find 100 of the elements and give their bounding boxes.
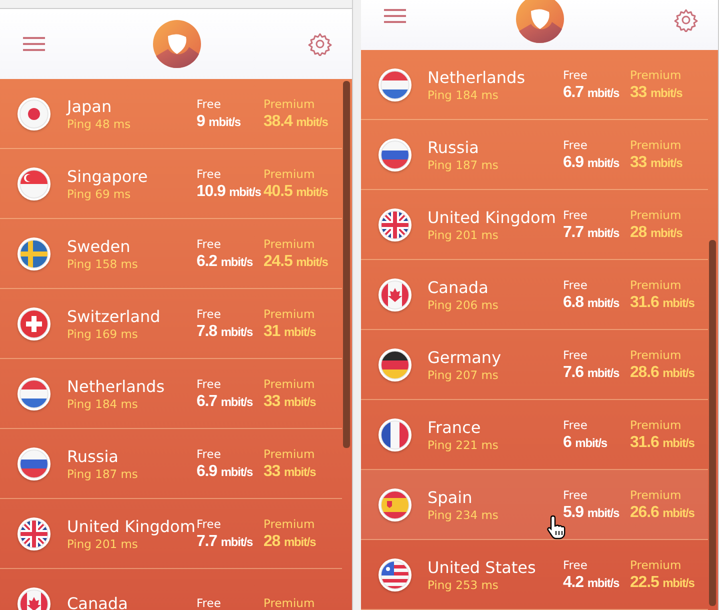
free-label: Free xyxy=(196,446,222,460)
settings-icon[interactable] xyxy=(674,8,698,32)
premium-speed: 31.6 mbit/s xyxy=(630,434,696,452)
settings-icon[interactable] xyxy=(308,32,332,56)
ping-text: Ping 221 ms xyxy=(428,438,500,452)
ping-text: Ping 187 ms xyxy=(428,158,500,172)
country-name: United States xyxy=(428,558,537,576)
premium-speed: 24.5 mbit/s xyxy=(264,252,329,270)
flag-icon xyxy=(378,278,412,312)
flag-icon xyxy=(378,488,412,522)
menu-icon[interactable] xyxy=(382,8,406,24)
menu-icon[interactable] xyxy=(22,36,46,52)
free-label: Free xyxy=(196,306,222,320)
scrollbar[interactable] xyxy=(342,81,350,448)
server-row[interactable]: Sweden Ping 158 ms Free 6.2 mbit/s Premium 24.5 mbit/s xyxy=(0,219,342,289)
logo-icon xyxy=(515,0,566,44)
free-label: Free xyxy=(563,208,588,222)
ping-text: Ping 184 ms xyxy=(428,88,500,102)
premium-label: Premium xyxy=(630,418,682,432)
premium-speed: 33 mbit/s xyxy=(630,84,684,102)
server-row[interactable]: United Kingdom Ping 201 ms Free 7.7 mbit/s Premium 28 mbit/s xyxy=(0,499,342,569)
free-speed: 6.7 mbit/s xyxy=(563,84,620,102)
free-speed: 6.9 mbit/s xyxy=(563,154,620,172)
free-speed: 6.2 mbit/s xyxy=(196,252,254,270)
ping-text: Ping 206 ms xyxy=(428,298,500,312)
country-name: Singapore xyxy=(67,166,149,186)
scrollbar[interactable] xyxy=(709,240,716,606)
ping-text: Ping 201 ms xyxy=(428,228,500,242)
flag-icon xyxy=(378,418,412,452)
free-label: Free xyxy=(196,166,222,180)
flag-icon xyxy=(378,348,412,382)
country-name: Germany xyxy=(428,348,502,366)
free-speed: 6.9 mbit/s xyxy=(196,462,254,480)
premium-label: Premium xyxy=(630,278,682,292)
premium-speed: 33 mbit/s xyxy=(630,154,684,172)
free-label: Free xyxy=(196,236,222,250)
server-row[interactable]: Japan Ping 48 ms Free 9 mbit/s Premium 38.4 mbit/s xyxy=(0,79,342,149)
flag-icon xyxy=(378,138,412,172)
premium-speed: 38.4 mbit/s xyxy=(264,112,329,130)
premium-label: Premium xyxy=(264,96,316,110)
server-row[interactable]: France Ping 221 ms Free 6 mbit/s Premium 31.6 mbit/s xyxy=(360,400,708,470)
free-label: Free xyxy=(563,68,588,82)
free-speed: 7.7 mbit/s xyxy=(563,224,620,242)
free-label: Free xyxy=(563,418,588,432)
server-row[interactable]: Russia Ping 187 ms Free 6.9 mbit/s Premium 33 mbit/s xyxy=(0,429,342,499)
premium-label: Premium xyxy=(630,208,682,222)
free-speed: 4.2 mbit/s xyxy=(563,574,620,592)
premium-speed: 22.5 mbit/s xyxy=(630,574,696,592)
flag-icon xyxy=(378,208,412,242)
free-label: Free xyxy=(196,516,222,530)
free-speed: 7.8 mbit/s xyxy=(196,322,254,340)
free-label: Free xyxy=(563,278,588,292)
premium-label: Premium xyxy=(264,166,316,180)
server-row[interactable]: Canada Ping 206 ms Free 6.8 mbit/s Premium 31.6 mbit/s xyxy=(360,260,708,330)
country-name: Japan xyxy=(67,96,113,116)
server-row[interactable]: Germany Ping 207 ms Free 7.6 mbit/s Premium 28.6 mbit/s xyxy=(360,330,708,400)
flag-icon xyxy=(17,96,51,130)
flag-icon xyxy=(378,558,412,592)
server-row[interactable]: Switzerland Ping 169 ms Free 7.8 mbit/s Premium 31 mbit/s xyxy=(0,289,342,359)
premium-speed: 28 mbit/s xyxy=(264,532,317,550)
free-label: Free xyxy=(563,138,588,152)
ping-text: Ping 234 ms xyxy=(428,508,500,522)
free-label: Free xyxy=(563,488,588,502)
server-row[interactable]: United Kingdom Ping 201 ms Free 7.7 mbit/s Premium 28 mbit/s xyxy=(360,190,708,260)
flag-icon xyxy=(17,236,51,270)
server-row[interactable]: United States Ping 253 ms Free 4.2 mbit/s Premium 22.5 mbit/s xyxy=(360,540,708,610)
flag-icon xyxy=(17,306,51,340)
ping-text: Ping 187 ms xyxy=(67,466,139,480)
premium-label: Premium xyxy=(630,348,682,362)
server-row[interactable]: Netherlands Ping 184 ms Free 6.7 mbit/s Premium 33 mbit/s xyxy=(0,359,342,429)
premium-label: Premium xyxy=(630,488,682,502)
server-row[interactable]: Canada Free Premium xyxy=(0,569,342,610)
country-name: Canada xyxy=(67,594,129,610)
flag-icon xyxy=(378,68,412,102)
flag-icon xyxy=(17,446,51,480)
server-row[interactable]: Spain Ping 234 ms Free 5.9 mbit/s Premium 26.6 mbit/s xyxy=(360,470,708,540)
server-row[interactable]: Netherlands Ping 184 ms Free 6.7 mbit/s Premium 33 mbit/s xyxy=(360,50,708,120)
premium-speed: 33 mbit/s xyxy=(264,392,317,410)
ping-text: Ping 158 ms xyxy=(67,256,139,270)
premium-label: Premium xyxy=(630,138,682,152)
free-label: Free xyxy=(196,376,222,390)
premium-label: Premium xyxy=(264,376,316,390)
server-row[interactable]: Singapore Ping 69 ms Free 10.9 mbit/s Premium 40.5 mbit/s xyxy=(0,149,342,219)
ping-text: Ping 201 ms xyxy=(67,536,139,550)
country-name: Russia xyxy=(67,446,120,466)
ping-text: Ping 69 ms xyxy=(67,186,132,200)
ping-text: Ping 184 ms xyxy=(67,396,139,410)
premium-speed: 31.6 mbit/s xyxy=(630,294,696,312)
logo-icon xyxy=(152,19,202,69)
premium-label: Premium xyxy=(264,446,316,460)
country-name: Sweden xyxy=(67,236,132,256)
server-row[interactable]: Russia Ping 187 ms Free 6.9 mbit/s Premium 33 mbit/s xyxy=(360,120,708,190)
free-speed: 6.7 mbit/s xyxy=(196,392,254,410)
country-name: Russia xyxy=(428,138,480,156)
ping-text: Ping 169 ms xyxy=(67,326,139,340)
premium-speed: 28 mbit/s xyxy=(630,224,684,242)
flag-icon xyxy=(17,166,51,200)
premium-label: Premium xyxy=(630,68,682,82)
country-name: Switzerland xyxy=(67,306,162,326)
country-name: Netherlands xyxy=(428,68,526,86)
